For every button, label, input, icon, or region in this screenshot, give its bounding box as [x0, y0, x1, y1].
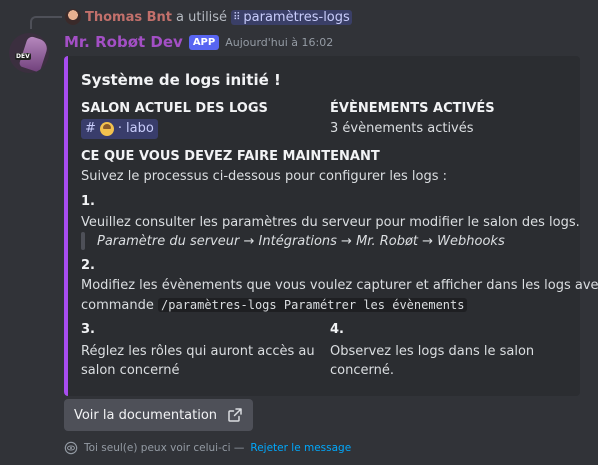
field-events-value: 3 évènements activés	[330, 121, 474, 136]
reply-verb: a utilisé	[176, 9, 228, 25]
field-channel-value: # · labo	[81, 119, 158, 139]
step-3-text-line1: Réglez les rôles qui auront accès au	[81, 344, 315, 359]
bot-username[interactable]: Mr. Robøt Dev	[64, 33, 183, 51]
step-2-code: /paramètres-logs Paramétrer les évènemen…	[158, 298, 468, 312]
scientist-emoji-icon	[99, 122, 114, 136]
step-1-path-quote: Paramètre du serveur → Intégrations → Mr…	[81, 232, 505, 250]
documentation-button[interactable]: Voir la documentation	[64, 399, 253, 431]
reply-context: Thomas Bnt a utilisé ⠿ paramètres-logs	[65, 7, 352, 27]
channel-separator: ·	[117, 121, 123, 136]
command-mention[interactable]: ⠿ paramètres-logs	[231, 9, 352, 25]
field-events-name: ÉVÈNEMENTS ACTIVÉS	[330, 101, 495, 116]
step-4-number: 4.	[330, 322, 344, 337]
channel-mention[interactable]: # · labo	[81, 119, 158, 139]
app-badge: APP	[188, 34, 220, 50]
step-4-text-line1: Observez les logs dans le salon	[330, 344, 535, 359]
step-1-number: 1.	[81, 194, 95, 209]
slash-command-icon: ⠿	[233, 11, 241, 23]
step-2-text-line2: commande /paramètres-logs Paramétrer les…	[81, 295, 468, 316]
bot-avatar[interactable]: DEV	[9, 33, 49, 73]
avatar-dev-tag: DEV	[15, 53, 31, 60]
step-1-text: Veuillez consulter les paramètres du ser…	[81, 215, 580, 230]
reply-avatar[interactable]	[65, 9, 81, 25]
step-2-number: 2.	[81, 258, 95, 273]
documentation-button-label: Voir la documentation	[73, 407, 218, 423]
ephemeral-text: Toi seul(e) peux voir celui-ci —	[84, 442, 245, 454]
step-1-path: Paramètre du serveur → Intégrations → Mr…	[97, 233, 505, 249]
message-header: Mr. Robøt Dev APP Aujourd'hui à 16:02	[64, 32, 333, 52]
reply-username[interactable]: Thomas Bnt	[85, 10, 172, 25]
step-3-number: 3.	[81, 322, 95, 337]
command-name: paramètres-logs	[243, 9, 350, 25]
step-3-text-line2: salon concerné	[81, 363, 180, 378]
step-2-command-word: commande	[81, 298, 154, 313]
step-2-text-line1: Modifiez les évènements que vous voulez …	[81, 278, 598, 293]
dismiss-message-link[interactable]: Rejeter le message	[250, 442, 351, 454]
field-channel-name: SALON ACTUEL DES LOGS	[81, 101, 268, 116]
eye-icon	[64, 441, 78, 455]
todo-intro: Suivez le processus ci-dessous pour conf…	[81, 169, 448, 184]
quote-bar	[81, 232, 85, 250]
channel-name: labo	[126, 121, 154, 136]
embed: Système de logs initié ! SALON ACTUEL DE…	[64, 56, 598, 396]
embed-title: Système de logs initié !	[81, 71, 281, 89]
todo-heading: CE QUE VOUS DEVEZ FAIRE MAINTENANT	[81, 149, 380, 164]
step-4-text-line2: concerné.	[330, 363, 394, 378]
ephemeral-notice: Toi seul(e) peux voir celui-ci — Rejeter…	[64, 440, 351, 456]
external-link-icon	[228, 408, 242, 422]
hash-icon: #	[85, 121, 96, 136]
message-timestamp[interactable]: Aujourd'hui à 16:02	[225, 36, 333, 49]
reply-connector	[30, 16, 62, 29]
